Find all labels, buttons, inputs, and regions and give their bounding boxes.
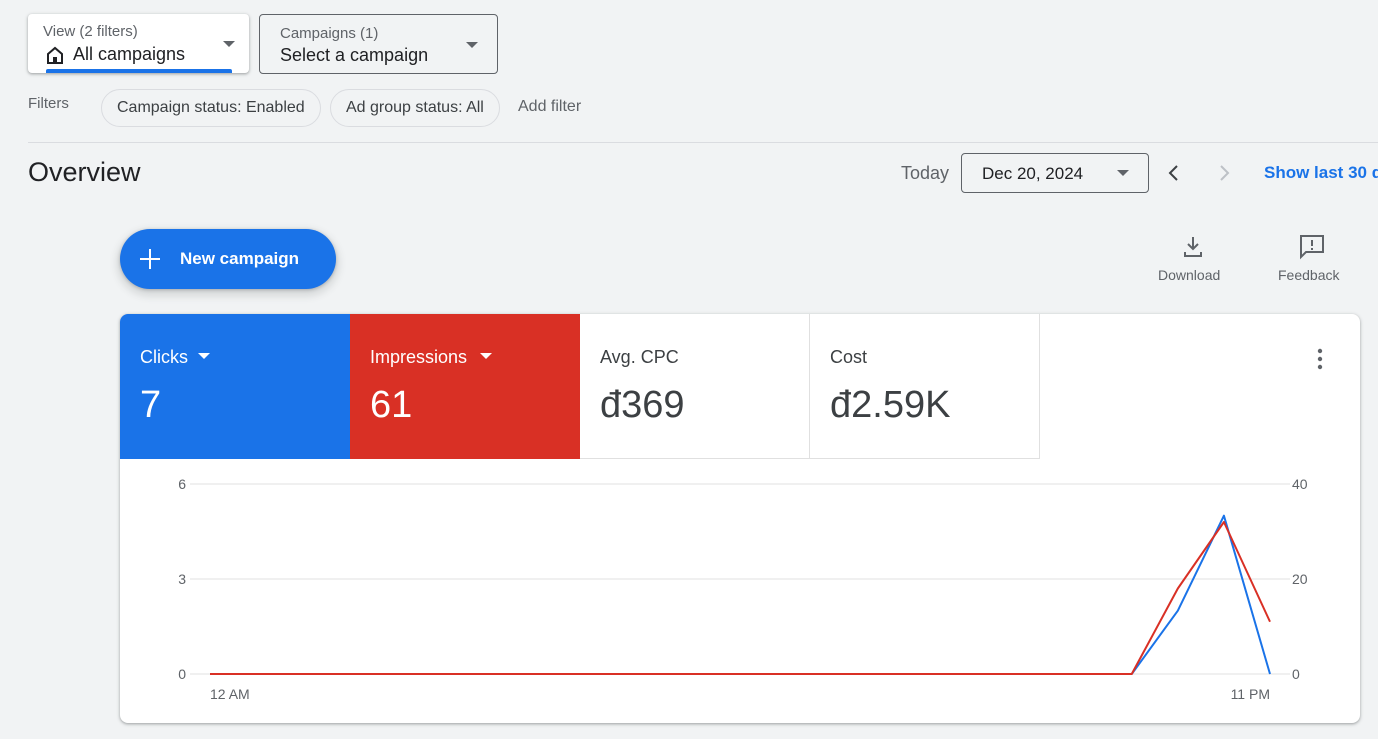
metric-value: 61 (370, 384, 413, 426)
campaign-select-value: Select a campaign (280, 45, 429, 65)
metric-label: Avg. CPC (600, 347, 679, 367)
new-campaign-button[interactable]: New campaign (120, 229, 336, 289)
view-filter-dropdown[interactable]: View (2 filters) All campaigns (28, 14, 249, 73)
filter-chip-campaign-status[interactable]: Campaign status: Enabled (101, 89, 321, 127)
view-filter-label: View (2 filters) (43, 23, 138, 40)
metric-avg-cpc[interactable]: Avg. CPC đ369 (580, 314, 810, 459)
chevron-down-icon (223, 41, 235, 47)
filter-chip-ad-group-status[interactable]: Ad group status: All (330, 89, 500, 127)
y-right-tick-label: 0 (1292, 666, 1300, 682)
view-filter-value: All campaigns (73, 44, 186, 64)
y-right-tick-label: 40 (1292, 476, 1308, 492)
show-last-30-days-link[interactable]: Show last 30 d (1264, 163, 1378, 183)
series-line-impressions (210, 521, 1271, 675)
metric-value: 7 (140, 384, 162, 426)
chevron-down-icon (1117, 170, 1129, 176)
view-filter-underline (46, 69, 232, 73)
metric-clicks[interactable]: Clicks 7 (120, 314, 350, 459)
metric-label: Impressions (370, 347, 468, 367)
metric-cost[interactable]: Cost đ2.59K (810, 314, 1040, 459)
feedback-label: Feedback (1278, 267, 1340, 283)
home-icon (47, 46, 63, 64)
feedback-icon (1300, 235, 1324, 260)
next-date-button[interactable] (1214, 163, 1234, 183)
download-button[interactable]: Download (1150, 232, 1236, 288)
date-range-label: Today (901, 163, 950, 183)
y-left-tick-label: 0 (178, 666, 186, 682)
download-label: Download (1158, 267, 1221, 283)
date-select-dropdown[interactable]: Dec 20, 2024 (961, 153, 1149, 193)
add-filter-button[interactable]: Add filter (518, 98, 581, 116)
y-left-tick-label: 3 (178, 571, 186, 587)
new-campaign-label: New campaign (180, 249, 300, 268)
filters-label: Filters (28, 95, 69, 112)
metric-value: đ2.59K (830, 384, 951, 426)
page-title: Overview (28, 157, 141, 187)
y-right-tick-label: 20 (1292, 571, 1308, 587)
chevron-down-icon (198, 353, 210, 359)
y-left-tick-label: 6 (178, 476, 186, 492)
metric-label: Cost (830, 347, 868, 367)
performance-card: Clicks 7 Impressions 61 Avg. CPC đ369 Co… (120, 314, 1360, 723)
line-chart: 0 3 6 0 20 40 12 AM 11 PM (178, 476, 1308, 702)
campaign-select-label: Campaigns (1) (280, 25, 379, 42)
download-icon (1184, 237, 1202, 257)
plus-icon (140, 249, 160, 269)
chevron-down-icon (466, 42, 478, 48)
campaign-select-dropdown[interactable]: Campaigns (1) Select a campaign (259, 14, 498, 74)
series-line-clicks (210, 514, 1271, 675)
date-select-value: Dec 20, 2024 (982, 164, 1084, 183)
chevron-down-icon (480, 353, 492, 359)
more-vert-icon[interactable] (1313, 347, 1327, 371)
x-tick-label: 12 AM (210, 686, 250, 702)
previous-date-button[interactable] (1164, 163, 1184, 183)
metric-label: Clicks (140, 347, 188, 367)
metric-impressions[interactable]: Impressions 61 (350, 314, 580, 459)
x-tick-label: 11 PM (1231, 686, 1270, 702)
feedback-button[interactable]: Feedback (1272, 232, 1352, 288)
divider (28, 142, 1378, 143)
metric-value: đ369 (600, 384, 685, 426)
